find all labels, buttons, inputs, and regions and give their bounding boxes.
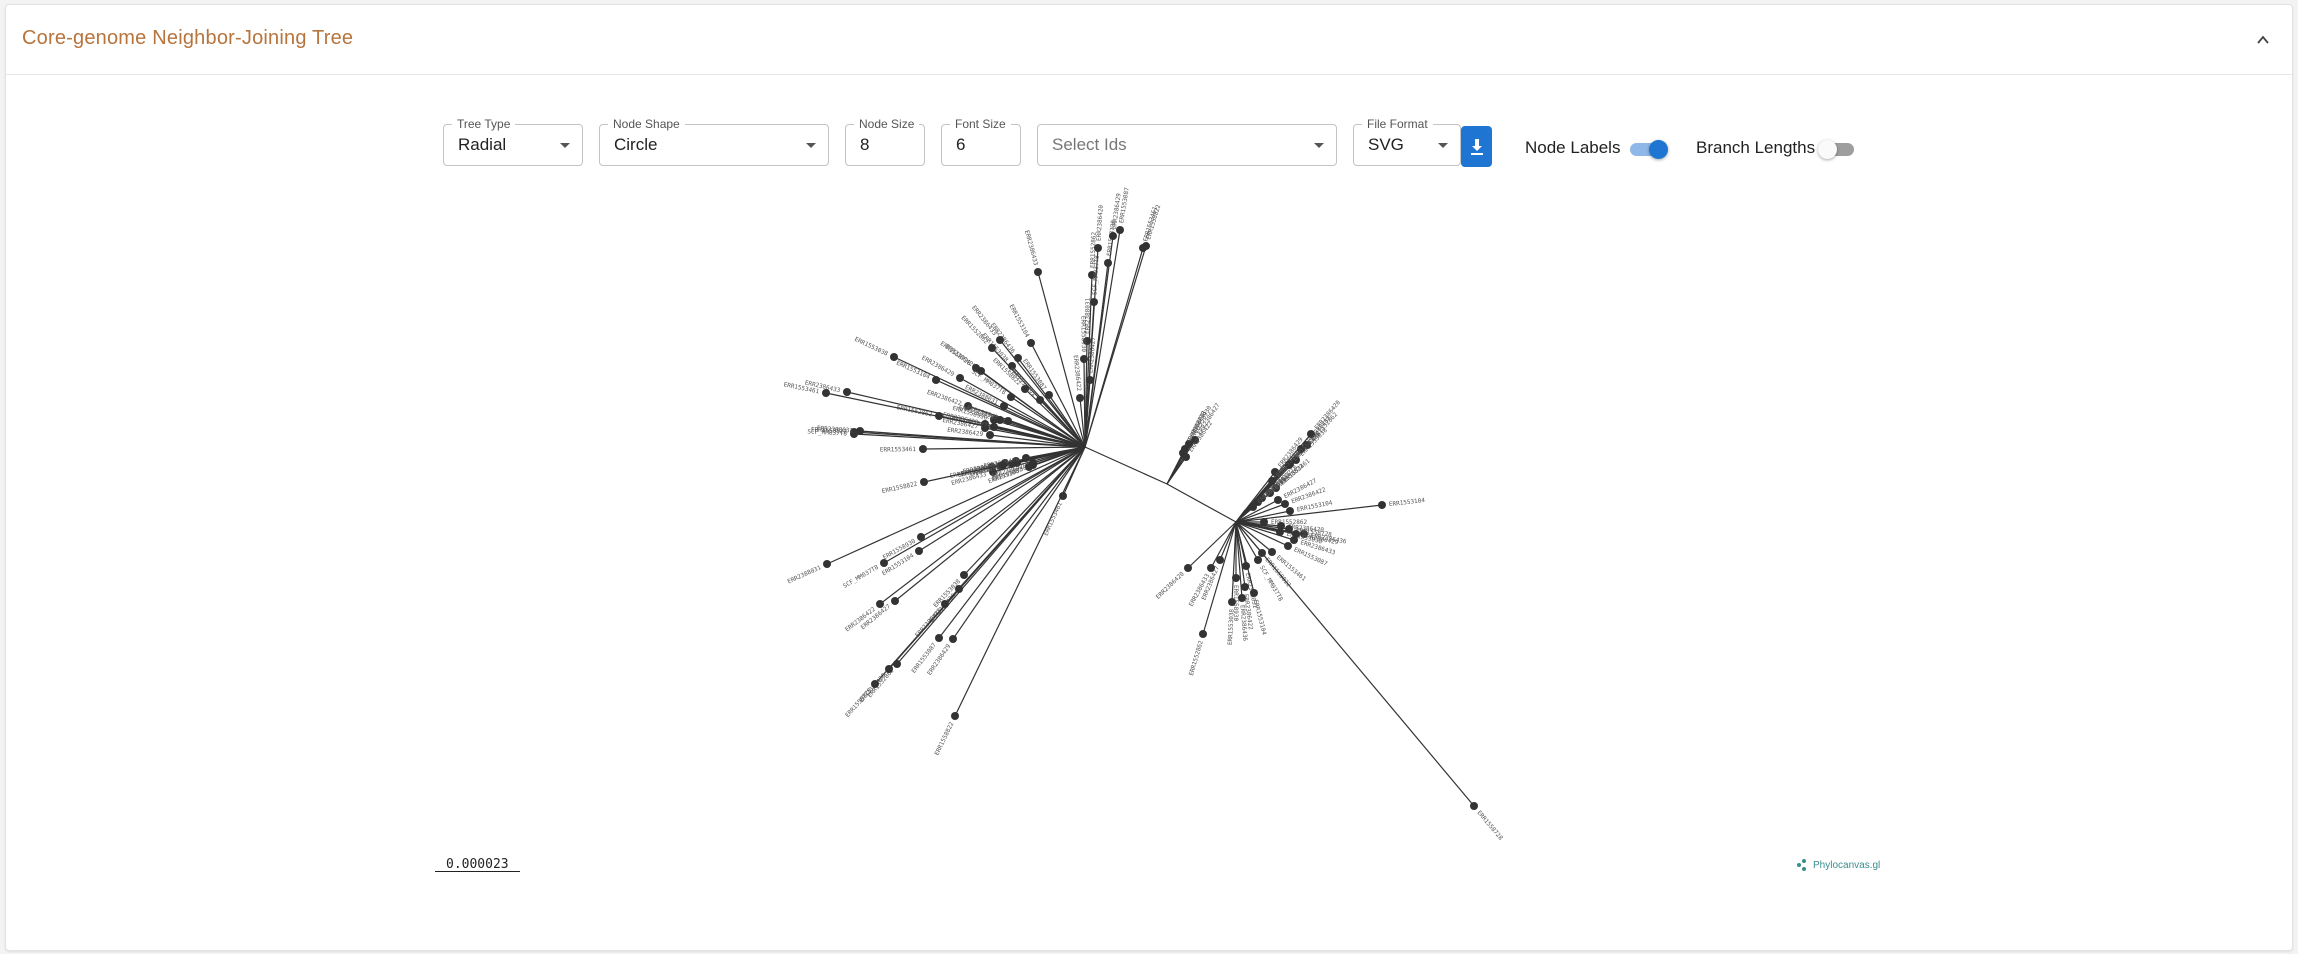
tree-node[interactable]: [1184, 564, 1192, 572]
phylocanvas-watermark: Phylocanvas.gl: [1797, 859, 1880, 871]
leaf-label: ERR1558728: [1475, 809, 1504, 841]
tree-node[interactable]: [890, 353, 898, 361]
leaf-label: ERR1553038: [853, 336, 889, 358]
tree-node[interactable]: [1080, 355, 1088, 363]
tree-node[interactable]: [1286, 507, 1294, 515]
leaf-label: ERR2388031: [786, 564, 822, 585]
tree-node[interactable]: [949, 635, 957, 643]
tree-node[interactable]: [1104, 259, 1112, 267]
tree-node[interactable]: [1007, 393, 1015, 401]
leaf-label: ERR1553104: [1008, 303, 1031, 339]
leaf-label: SCF_MM037T8: [842, 564, 880, 590]
tree-node[interactable]: [1228, 598, 1236, 606]
tree-branch: [1219, 521, 1237, 561]
tree-node[interactable]: [856, 427, 864, 435]
leaf-label: ERR1558728: [939, 340, 973, 367]
leaf-label: ERR1553104: [1389, 497, 1426, 508]
tree-node[interactable]: [1045, 391, 1053, 399]
tree-node[interactable]: [1076, 394, 1084, 402]
tree-node[interactable]: [823, 560, 831, 568]
leaf-label: ERR2386422: [926, 389, 963, 408]
tree-node[interactable]: [1021, 385, 1029, 393]
tree-node[interactable]: [1034, 268, 1042, 276]
leaf-label: ERR2386436: [1239, 605, 1249, 642]
leaf-label: ERR1553461: [880, 446, 917, 453]
leaf-label: ERR1553104: [1252, 599, 1268, 636]
internal-branch: [1166, 483, 1237, 523]
tree-node[interactable]: [1027, 339, 1035, 347]
leaf-label: ERR1553087: [1118, 187, 1131, 224]
tree-node[interactable]: [996, 336, 1004, 344]
scale-label: 0.000023: [446, 857, 509, 872]
tree-node[interactable]: [1281, 500, 1289, 508]
tree-branch: [1166, 456, 1187, 485]
tree-node[interactable]: [986, 431, 994, 439]
tree-node[interactable]: [1274, 496, 1282, 504]
tree-node[interactable]: [1250, 589, 1258, 597]
leaf-label: ERR1558728: [844, 687, 873, 719]
tree-node[interactable]: [920, 478, 928, 486]
tree-node[interactable]: [1109, 232, 1117, 240]
phylocanvas-logo-icon: [1797, 859, 1811, 871]
tree-node[interactable]: [1116, 226, 1124, 234]
leaf-label: ERR2386420: [1155, 570, 1186, 600]
leaf-label: ERR2386420: [1095, 204, 1104, 241]
leaf-label: ERR1558930: [1080, 316, 1087, 353]
tree-node[interactable]: [1268, 548, 1276, 556]
tree-node[interactable]: [1249, 503, 1257, 511]
tree-node[interactable]: [1292, 530, 1300, 538]
tree-node[interactable]: [996, 416, 1004, 424]
tree-node[interactable]: [1182, 453, 1190, 461]
tree-node[interactable]: [956, 374, 964, 382]
tree-node[interactable]: [1207, 564, 1215, 572]
leaf-label: ERR1553461: [1043, 501, 1064, 537]
tree-node[interactable]: [891, 597, 899, 605]
tree-node[interactable]: [871, 680, 879, 688]
tree-node[interactable]: [1241, 583, 1249, 591]
tree-node[interactable]: [917, 533, 925, 541]
tree-node[interactable]: [1025, 463, 1033, 471]
tree-branch: [922, 446, 1086, 450]
leaf-label: SCF_MM037T8: [1091, 255, 1100, 295]
watermark-text: Phylocanvas.gl: [1813, 859, 1881, 871]
leaf-label: ERR1558822: [934, 721, 956, 757]
tree-node[interactable]: [1014, 354, 1022, 362]
leaf-label: ERR1553038: [1227, 608, 1236, 645]
tree-branch: [1235, 521, 1475, 807]
tree-node[interactable]: [1378, 501, 1386, 509]
tree-node[interactable]: [1142, 242, 1150, 250]
tree-node[interactable]: [1284, 542, 1292, 550]
tree-node[interactable]: [1254, 556, 1262, 564]
tree-node[interactable]: [822, 389, 830, 397]
leaf-label: ERR1558822: [881, 480, 918, 495]
tree-node[interactable]: [935, 634, 943, 642]
tree-node[interactable]: [1199, 630, 1207, 638]
tree-node[interactable]: [1086, 376, 1094, 384]
tree-node[interactable]: [951, 712, 959, 720]
tree-node[interactable]: [960, 571, 968, 579]
internal-branch: [1084, 446, 1168, 485]
tree-node[interactable]: [1094, 244, 1102, 252]
tree-node[interactable]: [919, 445, 927, 453]
tree-node[interactable]: [1238, 594, 1246, 602]
leaf-label: ERR2386429: [947, 427, 984, 439]
tree-node[interactable]: [843, 388, 851, 396]
phylogenetic-tree-canvas[interactable]: ERR2386433 ERR1552862 ERR2386420 ERR1558728…: [0, 0, 2298, 954]
tree-node[interactable]: [915, 547, 923, 555]
tree-node[interactable]: [988, 344, 996, 352]
tree-node[interactable]: [876, 600, 884, 608]
leaf-label: ERR1552862: [1188, 639, 1205, 676]
tree-node[interactable]: [1470, 802, 1478, 810]
leaf-label: ERR2386433: [1023, 230, 1039, 267]
scale-bar: [435, 871, 520, 872]
